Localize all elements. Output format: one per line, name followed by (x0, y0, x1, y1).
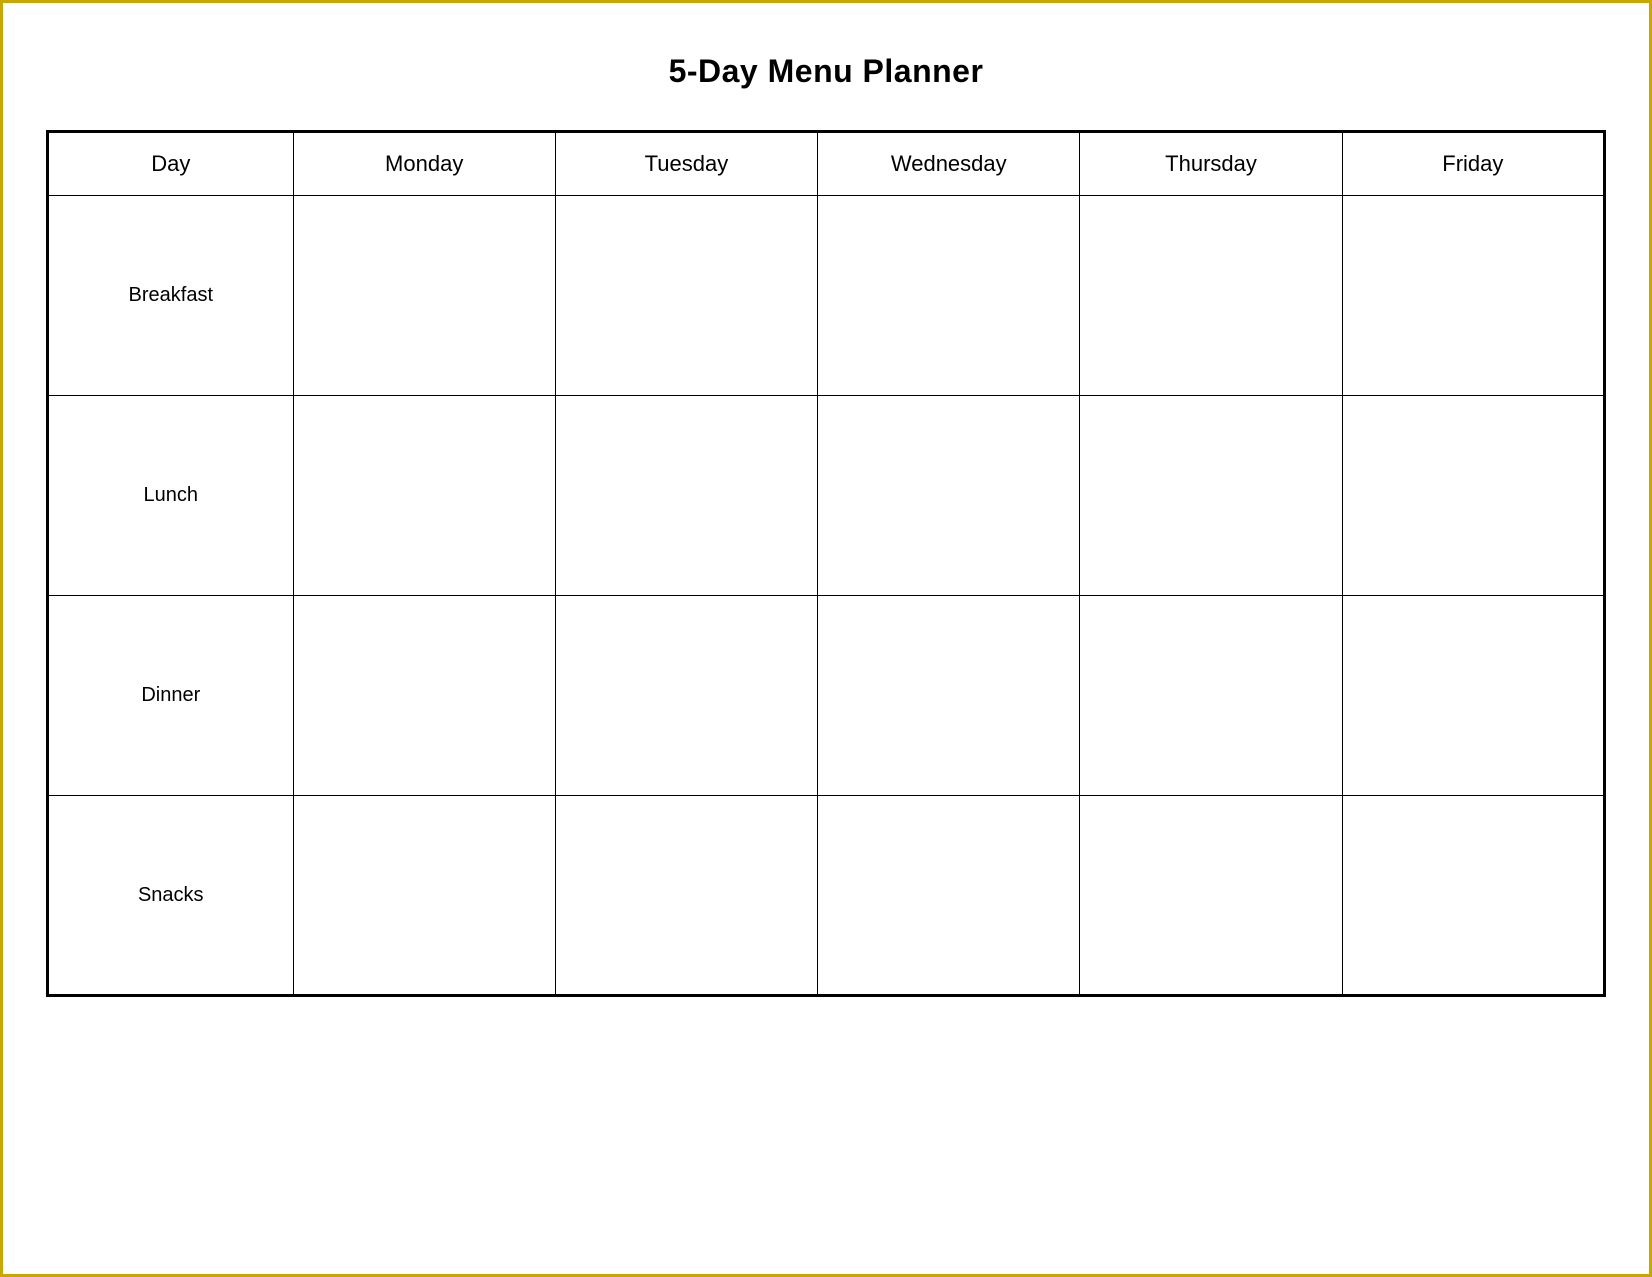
meal-label-dinner: Dinner (48, 596, 294, 796)
meal-label-breakfast: Breakfast (48, 196, 294, 396)
col-header-day: Day (48, 132, 294, 196)
cell-snacks-wednesday[interactable] (818, 796, 1080, 996)
cell-dinner-friday[interactable] (1342, 596, 1604, 796)
cell-lunch-monday[interactable] (293, 396, 555, 596)
cell-breakfast-wednesday[interactable] (818, 196, 1080, 396)
cell-breakfast-monday[interactable] (293, 196, 555, 396)
page-title: 5-Day Menu Planner (669, 53, 984, 90)
cell-lunch-thursday[interactable] (1080, 396, 1342, 596)
cell-snacks-tuesday[interactable] (555, 796, 817, 996)
col-header-wednesday: Wednesday (818, 132, 1080, 196)
cell-snacks-thursday[interactable] (1080, 796, 1342, 996)
row-breakfast: Breakfast (48, 196, 1605, 396)
cell-dinner-thursday[interactable] (1080, 596, 1342, 796)
meal-label-snacks: Snacks (48, 796, 294, 996)
cell-breakfast-thursday[interactable] (1080, 196, 1342, 396)
cell-dinner-wednesday[interactable] (818, 596, 1080, 796)
col-header-monday: Monday (293, 132, 555, 196)
header-row: Day Monday Tuesday Wednesday Thursday Fr… (48, 132, 1605, 196)
col-header-tuesday: Tuesday (555, 132, 817, 196)
cell-snacks-monday[interactable] (293, 796, 555, 996)
row-dinner: Dinner (48, 596, 1605, 796)
row-snacks: Snacks (48, 796, 1605, 996)
menu-planner-table: Day Monday Tuesday Wednesday Thursday Fr… (46, 130, 1606, 997)
col-header-friday: Friday (1342, 132, 1604, 196)
cell-lunch-wednesday[interactable] (818, 396, 1080, 596)
cell-snacks-friday[interactable] (1342, 796, 1604, 996)
cell-lunch-friday[interactable] (1342, 396, 1604, 596)
cell-dinner-monday[interactable] (293, 596, 555, 796)
cell-dinner-tuesday[interactable] (555, 596, 817, 796)
cell-breakfast-tuesday[interactable] (555, 196, 817, 396)
meal-label-lunch: Lunch (48, 396, 294, 596)
row-lunch: Lunch (48, 396, 1605, 596)
col-header-thursday: Thursday (1080, 132, 1342, 196)
cell-breakfast-friday[interactable] (1342, 196, 1604, 396)
cell-lunch-tuesday[interactable] (555, 396, 817, 596)
